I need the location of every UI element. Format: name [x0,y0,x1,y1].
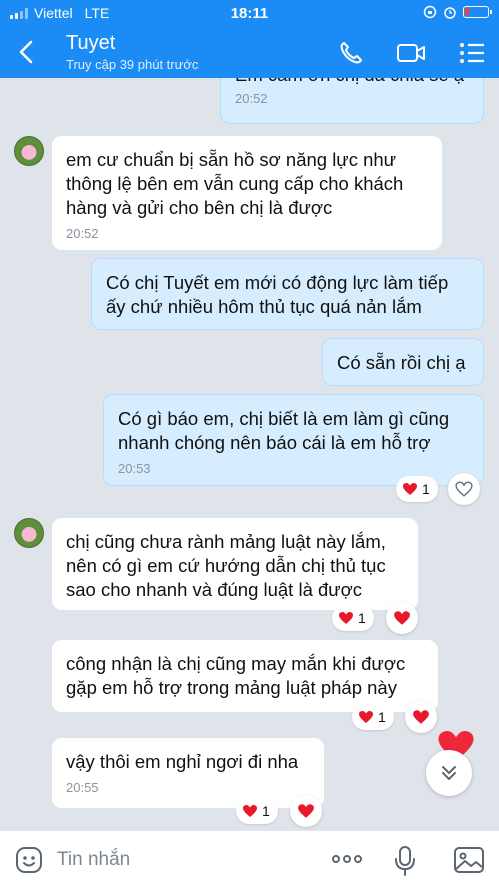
heart-icon [243,805,257,817]
menu-list-icon[interactable] [458,39,488,67]
image-icon[interactable] [453,845,485,875]
message-list[interactable]: Em cảm ơn chị đã chia sẻ ạ 20:52 em cư c… [0,78,499,830]
react-heart-button[interactable] [405,701,437,733]
back-icon[interactable] [14,38,40,66]
phone-icon[interactable] [336,39,366,67]
heart-icon [394,611,410,625]
message-bubble[interactable]: công nhận là chị cũng may mắn khi được g… [52,640,438,712]
message-bubble[interactable]: Có chị Tuyết em mới có động lực làm tiếp… [91,258,484,330]
reaction-summary[interactable]: 1 [332,605,374,631]
react-heart-button[interactable] [448,473,480,505]
heart-icon [413,710,429,724]
last-seen-status: Truy cập 39 phút trước [66,57,199,72]
react-heart-button[interactable] [290,795,322,827]
message-bubble[interactable]: em cư chuẩn bị sẵn hồ sơ năng lực như th… [52,136,442,250]
rotation-lock-icon [423,5,437,19]
message-bubble[interactable]: Có sẵn rồi chị ạ [322,338,484,386]
sticker-icon[interactable] [14,845,44,875]
reaction-summary[interactable]: 1 [352,704,394,730]
alarm-icon [444,7,456,19]
heart-icon [359,711,373,723]
reaction-summary[interactable]: 1 [236,798,278,824]
heart-icon [339,612,353,624]
message-bubble[interactable]: Có gì báo em, chị biết là em làm gì cũng… [103,394,484,486]
battery-icon [463,6,492,18]
contact-name[interactable]: Tuyet [66,32,115,55]
message-bubble[interactable]: Em cảm ơn chị đã chia sẻ ạ 20:52 [220,78,484,124]
heart-outline-icon [455,481,473,497]
reaction-summary[interactable]: 1 [396,476,438,502]
microphone-icon[interactable] [393,845,417,877]
status-bar: Viettel LTE 18:11 [0,0,499,26]
message-composer: Tin nhắn [0,830,499,888]
double-chevron-down-icon [442,766,456,780]
message-bubble[interactable]: vậy thôi em nghỉ ngơi đi nha 20:55 [52,738,324,808]
video-call-icon[interactable] [396,39,426,67]
avatar[interactable] [14,136,44,166]
message-bubble[interactable]: chị cũng chưa rành mảng luật này lắm, nê… [52,518,418,610]
heart-icon [298,804,314,818]
avatar[interactable] [14,518,44,548]
scroll-to-bottom-button[interactable] [426,750,472,796]
heart-icon [403,483,417,495]
message-input[interactable]: Tin nhắn [57,849,130,871]
chat-header: Tuyet Truy cập 39 phút trước [0,26,499,78]
more-icon[interactable] [330,849,364,869]
react-heart-button[interactable] [386,602,418,634]
